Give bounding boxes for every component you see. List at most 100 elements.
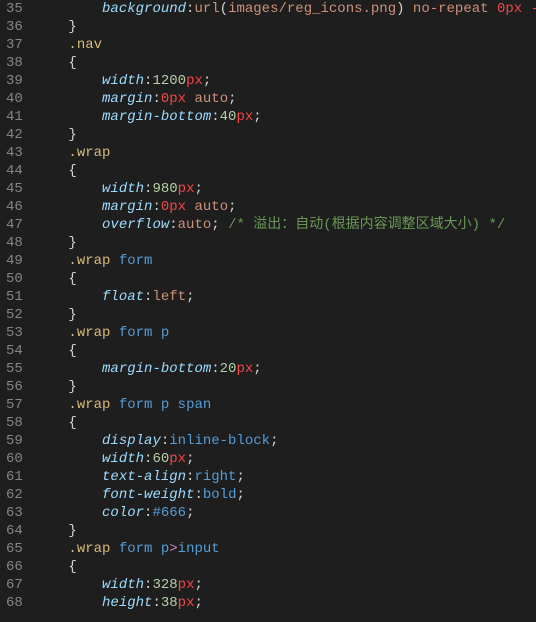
token-prop: float (102, 289, 144, 305)
token-brace: } (68, 19, 76, 35)
token-num: 40 (220, 109, 237, 125)
line-number: 38 (6, 54, 23, 72)
code-line[interactable]: } (35, 306, 536, 324)
token-num: 980 (152, 181, 177, 197)
code-line[interactable]: .wrap form p (35, 324, 536, 342)
token-sel-class: .wrap (68, 253, 110, 269)
token-numerr: px (186, 73, 203, 89)
token-punc (489, 1, 497, 17)
token-brace: } (68, 523, 76, 539)
token-punc: ; (236, 487, 244, 503)
line-number-gutter: 3536373839404142434445464748495051525354… (0, 0, 33, 622)
code-line[interactable]: width:1200px; (35, 72, 536, 90)
token-prop: overflow (102, 217, 169, 233)
code-line[interactable]: } (35, 126, 536, 144)
code-line[interactable]: font-weight:bold; (35, 486, 536, 504)
token-prop: width (102, 451, 144, 467)
token-punc (110, 397, 118, 413)
code-line[interactable]: background:url(images/reg_icons.png) no-… (35, 0, 536, 18)
code-line[interactable]: } (35, 378, 536, 396)
line-number: 54 (6, 342, 23, 360)
token-prop: height (102, 595, 152, 611)
token-numerr: 0 (161, 91, 169, 107)
token-num: 38 (161, 595, 178, 611)
code-line[interactable]: display:inline-block; (35, 432, 536, 450)
token-numerr: -48 (531, 1, 536, 17)
code-line[interactable]: { (35, 162, 536, 180)
token-punc: ; (211, 217, 219, 233)
token-strpath: images/reg_icons.png (228, 1, 396, 17)
token-punc: : (169, 217, 177, 233)
token-val: auto (178, 217, 212, 233)
token-prop: margin (102, 199, 152, 215)
code-line[interactable]: .wrap (35, 144, 536, 162)
line-number: 48 (6, 234, 23, 252)
token-val: url (194, 1, 219, 17)
token-num: 328 (152, 577, 177, 593)
code-line[interactable]: } (35, 234, 536, 252)
code-line[interactable]: } (35, 18, 536, 36)
code-line[interactable]: } (35, 522, 536, 540)
code-line[interactable]: color:#666; (35, 504, 536, 522)
line-number: 37 (6, 36, 23, 54)
token-prop: margin-bottom (102, 361, 211, 377)
line-number: 55 (6, 360, 23, 378)
code-line[interactable]: width:328px; (35, 576, 536, 594)
token-prop: color (102, 505, 144, 521)
code-line[interactable]: width:60px; (35, 450, 536, 468)
token-punc: ; (228, 199, 236, 215)
line-number: 60 (6, 450, 23, 468)
code-line[interactable]: { (35, 342, 536, 360)
code-line[interactable]: { (35, 558, 536, 576)
token-punc: : (194, 487, 202, 503)
token-punc: : (211, 361, 219, 377)
code-line[interactable]: float:left; (35, 288, 536, 306)
token-numerr: 0 (161, 199, 169, 215)
line-number: 58 (6, 414, 23, 432)
token-sel-tag: input (178, 541, 220, 557)
token-sel-cmb: > (169, 541, 177, 557)
token-val: auto (194, 199, 228, 215)
token-punc: ; (186, 505, 194, 521)
code-line[interactable]: margin:0px auto; (35, 90, 536, 108)
code-line[interactable]: .nav (35, 36, 536, 54)
line-number: 36 (6, 18, 23, 36)
token-numerr: px (169, 451, 186, 467)
token-numerr: px (505, 1, 522, 17)
token-prop: width (102, 73, 144, 89)
code-line[interactable]: .wrap form p>input (35, 540, 536, 558)
token-punc (152, 397, 160, 413)
code-line[interactable]: margin:0px auto; (35, 198, 536, 216)
code-line[interactable]: height:38px; (35, 594, 536, 612)
token-sel-class: .wrap (68, 397, 110, 413)
token-prop: width (102, 181, 144, 197)
line-number: 57 (6, 396, 23, 414)
code-editor[interactable]: 3536373839404142434445464748495051525354… (0, 0, 536, 622)
token-numerr: px (236, 109, 253, 125)
token-valblue: #666 (152, 505, 186, 521)
code-line[interactable]: { (35, 54, 536, 72)
token-punc (110, 325, 118, 341)
code-line[interactable]: { (35, 270, 536, 288)
code-line[interactable]: margin-bottom:40px; (35, 108, 536, 126)
token-prop: margin (102, 91, 152, 107)
code-line[interactable]: text-align:right; (35, 468, 536, 486)
token-punc: ; (194, 577, 202, 593)
code-line[interactable]: width:980px; (35, 180, 536, 198)
line-number: 53 (6, 324, 23, 342)
token-val: left (152, 289, 186, 305)
line-number: 63 (6, 504, 23, 522)
token-brace: { (68, 163, 76, 179)
code-line[interactable]: .wrap form (35, 252, 536, 270)
code-line[interactable]: { (35, 414, 536, 432)
token-valblue: bold (203, 487, 237, 503)
code-area[interactable]: background:url(images/reg_icons.png) no-… (33, 0, 536, 622)
code-line[interactable]: .wrap form p span (35, 396, 536, 414)
token-punc: ; (228, 91, 236, 107)
token-comment: /* 溢出：自动(根据内容调整区域大小) */ (228, 217, 505, 233)
token-sel-tag: form (119, 253, 153, 269)
token-punc (110, 541, 118, 557)
token-num: 1200 (152, 73, 186, 89)
code-line[interactable]: margin-bottom:20px; (35, 360, 536, 378)
code-line[interactable]: overflow:auto; /* 溢出：自动(根据内容调整区域大小) */ (35, 216, 536, 234)
